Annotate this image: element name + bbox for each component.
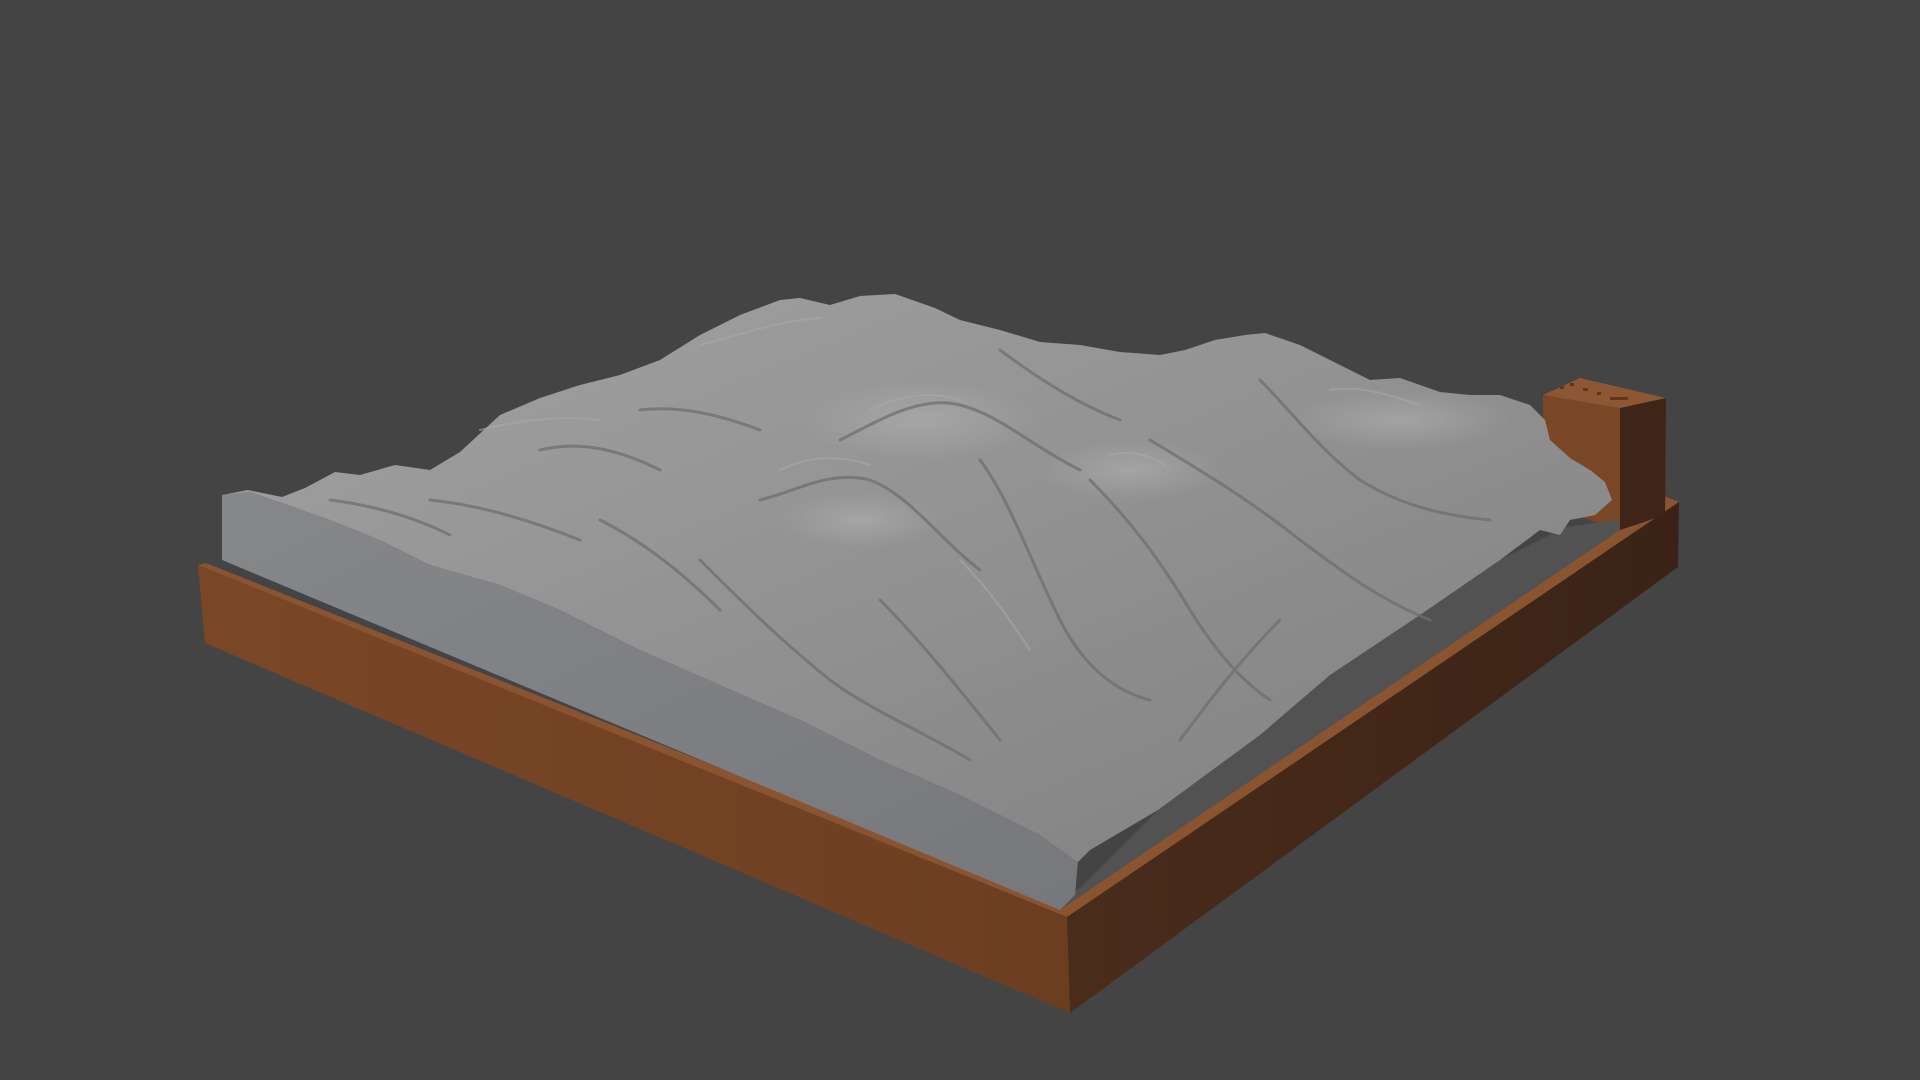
label-block-side	[1620, 398, 1666, 530]
terrain-model	[222, 294, 1620, 910]
terrain-model-render	[198, 294, 1679, 1013]
3d-viewport[interactable]	[0, 0, 1920, 1080]
